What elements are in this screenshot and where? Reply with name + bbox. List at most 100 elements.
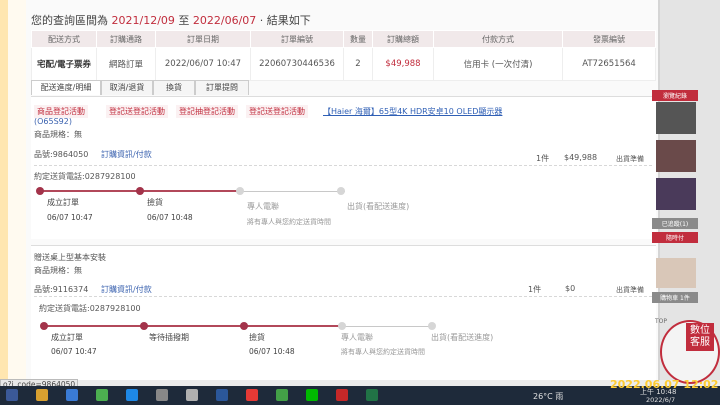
order-summary-table: 配送方式 訂購通路 訂單日期 訂單編號 數量 訂購總額 付款方式 發票編號 宅配… xyxy=(31,30,656,81)
product-spec: 商品規格：無 xyxy=(34,130,82,139)
invoice-number: AT72651564 xyxy=(562,47,656,81)
payment-method: 信用卡 (一次付清) xyxy=(433,47,563,81)
order-item-card: 商品登記活動 登記送登記活動 登記抽登記活動 登記送登記活動 【Haier 海爾… xyxy=(31,96,656,239)
ship-status: 出貨準備 xyxy=(616,155,644,163)
col-header: 付款方式 xyxy=(433,30,563,48)
table-row: 宅配/電子票券 網路訂單 2022/06/07 10:47 2206073044… xyxy=(31,47,656,81)
col-header: 訂單編號 xyxy=(250,30,344,48)
col-header: 發票編號 xyxy=(562,30,656,48)
step-note: 將有專人與您約定送貨時間 xyxy=(247,218,331,226)
cart-thumbnail[interactable] xyxy=(656,258,696,288)
step-date: 06/07 10:48 xyxy=(249,347,295,356)
acrobat-icon[interactable] xyxy=(336,389,348,401)
step-dot-done xyxy=(140,322,148,330)
item-qty: 1件 xyxy=(528,285,542,294)
item-price: $0 xyxy=(565,284,576,293)
step-dot-done xyxy=(40,322,48,330)
order-page: 您的查詢區間為 2021/12/09 至 2022/06/07 · 結果如下 配… xyxy=(26,0,660,380)
item-qty: 1件 xyxy=(536,154,550,163)
app-icon[interactable] xyxy=(246,389,258,401)
step-label: 專人電聯 xyxy=(341,333,373,342)
order-total: $49,988 xyxy=(372,47,434,81)
photo-timestamp: 2022.06.07 12:02 xyxy=(610,378,719,391)
activity-link[interactable]: 登記抽登記活動 xyxy=(176,105,238,118)
activity-link[interactable]: 登記送登記活動 xyxy=(246,105,308,118)
divider xyxy=(34,296,652,297)
step-label: 撿貨 xyxy=(147,198,163,207)
app-icon[interactable] xyxy=(276,389,288,401)
order-info-link[interactable]: 訂購資訊/付款 xyxy=(101,149,152,160)
activity-link[interactable]: 登記送登記活動 xyxy=(106,105,168,118)
delivery-method: 宅配/電子票券 xyxy=(31,47,97,81)
step-label: 成立訂單 xyxy=(51,333,83,342)
step-dot-pending xyxy=(338,322,346,330)
step-label: 出貨(看配送進度) xyxy=(347,202,410,211)
product-link[interactable]: 【Haier 海爾】65型4K HDR安卓10 OLED顯示器 xyxy=(320,105,505,118)
divider xyxy=(34,165,652,166)
query-range-line: 您的查詢區間為 2021/12/09 至 2022/06/07 · 結果如下 xyxy=(31,14,311,27)
col-header: 配送方式 xyxy=(31,30,97,48)
item-price: $49,988 xyxy=(564,153,598,162)
step-dot-done xyxy=(240,322,248,330)
col-header: 訂單日期 xyxy=(155,30,251,48)
order-date: 2022/06/07 10:47 xyxy=(155,47,251,81)
app-icon[interactable] xyxy=(186,389,198,401)
tab-delivery-progress[interactable]: 配送進度/明細 xyxy=(31,80,101,95)
chrome-icon[interactable] xyxy=(126,389,138,401)
quantity: 2 xyxy=(343,47,373,81)
start-icon[interactable] xyxy=(6,389,18,401)
order-info-link[interactable]: 訂購資訊/付款 xyxy=(101,284,152,295)
item-number: 品號:9116374 xyxy=(34,285,89,294)
step-date: 06/07 10:47 xyxy=(51,347,97,356)
step-dot-pending xyxy=(337,187,345,195)
col-header: 數量 xyxy=(343,30,373,48)
tab-order-question[interactable]: 訂單提問 xyxy=(195,80,249,95)
step-dot-pending xyxy=(428,322,436,330)
sidebar-pay-label[interactable]: 隨時付 xyxy=(652,232,698,243)
tab-exchange[interactable]: 換貨 xyxy=(153,80,195,95)
step-label: 等待插撥期 xyxy=(149,333,189,342)
excel-icon[interactable] xyxy=(366,389,378,401)
product-spec: 商品規格：無 xyxy=(34,266,82,275)
tab-cancel-return[interactable]: 取消/退貨 xyxy=(101,80,153,95)
step-date: 06/07 10:48 xyxy=(147,213,193,222)
sidebar-history-label[interactable]: 瀏覽紀錄 xyxy=(652,90,698,101)
step-label: 成立訂單 xyxy=(47,198,79,207)
weather-text[interactable]: 26°C 雨 xyxy=(533,391,563,402)
sidebar-tracked-label[interactable]: 已追蹤(1) xyxy=(652,218,698,229)
gift-title: 贈送桌上型基本安裝 xyxy=(34,253,106,262)
product-model[interactable]: (O65S92) xyxy=(34,117,72,126)
history-thumbnail[interactable] xyxy=(656,102,696,134)
history-thumbnail[interactable] xyxy=(656,140,696,172)
step-label: 撿貨 xyxy=(249,333,265,342)
app-icon[interactable] xyxy=(96,389,108,401)
step-dot-pending xyxy=(236,187,244,195)
col-header: 訂購總額 xyxy=(372,30,434,48)
back-to-top-button[interactable]: TOP xyxy=(655,318,667,325)
sidebar-cart-label[interactable]: 購物車 1件 xyxy=(652,292,698,303)
clock-date[interactable]: 2022/6/7 xyxy=(646,396,675,404)
step-note: 將有專人與您約定送貨時間 xyxy=(341,348,425,356)
step-dot-done xyxy=(36,187,44,195)
channel: 網路訂單 xyxy=(96,47,156,81)
step-label: 出貨(看配送進度) xyxy=(431,333,494,342)
progress-track-pending xyxy=(240,191,345,192)
customer-service-label[interactable]: 數位客服 xyxy=(686,323,714,351)
app-icon[interactable] xyxy=(156,389,168,401)
order-item-card: 贈送桌上型基本安裝 商品規格：無 品號:9116374 訂購資訊/付款 1件 $… xyxy=(31,245,656,380)
left-accent-strip xyxy=(0,0,26,380)
delivery-phone: 約定送貨電話:0287928100 xyxy=(34,172,136,181)
history-thumbnail[interactable] xyxy=(656,178,696,210)
col-header: 訂購通路 xyxy=(96,30,156,48)
ship-status: 出貨準備 xyxy=(616,286,644,294)
edge-icon[interactable] xyxy=(66,389,78,401)
order-number: 22060730446536 xyxy=(250,47,344,81)
word-icon[interactable] xyxy=(216,389,228,401)
progress-track-done xyxy=(44,325,342,327)
folder-icon[interactable] xyxy=(36,389,48,401)
step-dot-done xyxy=(136,187,144,195)
item-number: 品號:9864050 xyxy=(34,150,89,159)
step-date: 06/07 10:47 xyxy=(47,213,93,222)
line-icon[interactable] xyxy=(306,389,318,401)
step-label: 專人電聯 xyxy=(247,202,279,211)
